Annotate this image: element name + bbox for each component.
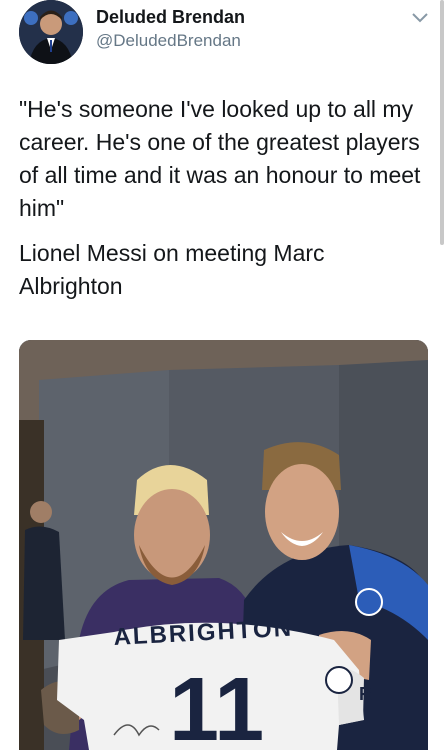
- tweet-photo-image: ALBRIGHTON 11 R: [19, 340, 428, 750]
- author-display-name[interactable]: Deluded Brendan: [96, 7, 245, 28]
- crest-letters: R: [359, 684, 372, 704]
- tweet-quote: "He's someone I've looked up to all my c…: [19, 96, 421, 221]
- shirt-number: 11: [169, 660, 264, 750]
- tweet-text: "He's someone I've looked up to all my c…: [19, 93, 429, 315]
- tweet-caption: Lionel Messi on meeting Marc Albrighton: [19, 240, 325, 299]
- avatar[interactable]: [19, 0, 83, 64]
- tweet-photo[interactable]: ALBRIGHTON 11 R: [19, 340, 428, 750]
- tweet-header: Deluded Brendan @DeludedBrendan: [19, 0, 439, 70]
- avatar-image: [19, 0, 83, 64]
- scrollbar[interactable]: [440, 0, 444, 245]
- author-handle[interactable]: @DeludedBrendan: [96, 31, 241, 51]
- chevron-down-icon[interactable]: [411, 12, 429, 24]
